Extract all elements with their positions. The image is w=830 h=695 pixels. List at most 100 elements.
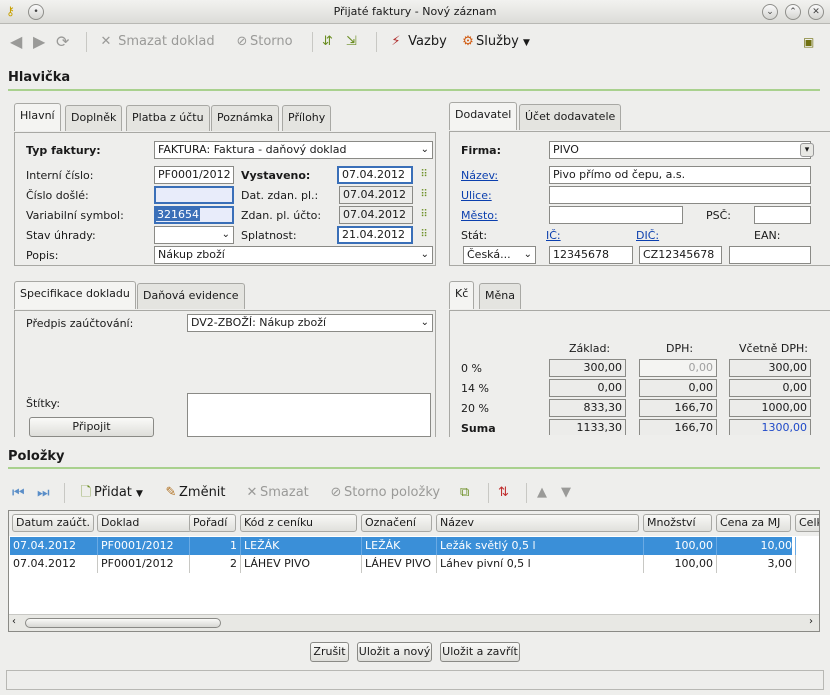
- name-field[interactable]: Pivo přímo od čepu, a.s.: [549, 166, 811, 184]
- tab-mena[interactable]: Měna: [479, 283, 521, 309]
- vat-total-14[interactable]: 0,00: [729, 379, 811, 397]
- minimize-button[interactable]: ⌄: [762, 4, 778, 20]
- country-select[interactable]: Česká... ⌄: [463, 246, 536, 264]
- tab-platba-z-uctu[interactable]: Platba z účtu: [126, 105, 210, 131]
- table-row[interactable]: 07.04.2012 PF0001/2012 1 LEŽÁK LEŽÁK Lež…: [10, 537, 796, 555]
- last-item-icon[interactable]: ⏭: [37, 483, 50, 503]
- ic-field[interactable]: 12345678: [549, 246, 633, 264]
- tags-field[interactable]: [187, 393, 431, 437]
- description-field[interactable]: Nákup zboží ⌄: [154, 246, 433, 264]
- move-down-icon[interactable]: ▼: [561, 483, 571, 503]
- calendar-icon[interactable]: ⠿: [418, 226, 430, 244]
- move-up-icon[interactable]: ▲: [537, 483, 547, 503]
- save-and-close-button[interactable]: Uložit a zavřít: [440, 642, 520, 662]
- chevron-down-icon: ⌄: [420, 144, 429, 155]
- calendar-icon[interactable]: ⠿: [418, 186, 430, 204]
- postal-code-field[interactable]: [754, 206, 811, 224]
- maximize-button[interactable]: ⌃: [785, 4, 801, 20]
- tab-dodavatel[interactable]: Dodavatel: [449, 102, 518, 130]
- vat-amount-sum: 166,70: [639, 419, 717, 435]
- vat-col-total: Včetně DPH:: [739, 342, 808, 355]
- scroll-left-icon[interactable]: ‹: [12, 616, 16, 627]
- column-header[interactable]: Doklad: [97, 514, 192, 532]
- ic-link[interactable]: IČ:: [546, 229, 561, 242]
- column-header[interactable]: Označení: [361, 514, 432, 532]
- dic-link[interactable]: DIČ:: [636, 229, 659, 242]
- posting-rule-select[interactable]: DV2-ZBOŽÍ: Nákup zboží ⌄: [187, 314, 433, 332]
- vat-amount-20[interactable]: 166,70: [639, 399, 717, 417]
- name-link[interactable]: Název:: [461, 169, 498, 182]
- cancel-button[interactable]: Zrušit: [310, 642, 349, 662]
- column-header[interactable]: Cena za MJ: [716, 514, 791, 532]
- city-field[interactable]: [549, 206, 683, 224]
- dic-field[interactable]: CZ12345678: [639, 246, 722, 264]
- storno-item-button[interactable]: ⊘ Storno položky: [328, 483, 441, 503]
- company-lookup-icon[interactable]: ▾: [800, 143, 814, 157]
- tab-specifikace-dokladu[interactable]: Specifikace dokladu: [14, 281, 136, 309]
- vat-base-20[interactable]: 833,30: [549, 399, 626, 417]
- column-header[interactable]: Celk: [795, 514, 819, 532]
- horizontal-scrollbar[interactable]: ‹ ›: [9, 614, 819, 631]
- city-link[interactable]: Město:: [461, 209, 498, 222]
- import-icon[interactable]: ⇵: [322, 32, 333, 52]
- scroll-right-icon[interactable]: ›: [809, 616, 813, 627]
- payment-status-select[interactable]: ⌄: [154, 226, 234, 244]
- column-header[interactable]: Množství: [643, 514, 712, 532]
- tab-hlavni[interactable]: Hlavní: [14, 103, 61, 131]
- due-date-field[interactable]: 21.04.2012: [337, 226, 413, 244]
- storno-icon: ⊘: [236, 34, 248, 49]
- vat-amount-14[interactable]: 0,00: [639, 379, 717, 397]
- add-item-button[interactable]: 🗋 Přidat ▼: [78, 483, 143, 503]
- storno-button[interactable]: ⊘ Storno: [234, 32, 293, 52]
- edit-item-button[interactable]: ✎ Změnit: [163, 483, 226, 503]
- scrollbar-thumb[interactable]: [25, 618, 221, 628]
- forward-arrow-icon[interactable]: ▶: [33, 32, 45, 52]
- first-item-icon[interactable]: ⏮: [12, 483, 25, 503]
- attach-button[interactable]: Připojit: [29, 417, 154, 437]
- vat-base-14[interactable]: 0,00: [549, 379, 626, 397]
- company-field[interactable]: PIVO: [549, 141, 811, 159]
- delete-document-button[interactable]: ✕ Smazat doklad: [98, 32, 215, 52]
- save-and-new-button[interactable]: Uložit a nový: [357, 642, 432, 662]
- help-icon[interactable]: ▣: [803, 32, 814, 52]
- sluzby-menu-button[interactable]: ⚙ Služby ▼: [460, 32, 530, 52]
- column-header[interactable]: Kód z ceníku: [240, 514, 357, 532]
- table-row[interactable]: 07.04.2012 PF0001/2012 2 LÁHEV PIVO LÁHE…: [10, 555, 796, 573]
- column-header[interactable]: Pořadí: [189, 514, 236, 532]
- internal-number-field[interactable]: PF0001/2012: [154, 166, 234, 184]
- tab-doplnek[interactable]: Doplněk: [65, 105, 123, 131]
- column-header[interactable]: Název: [436, 514, 639, 532]
- tab-poznamka[interactable]: Poznámka: [211, 105, 280, 131]
- issued-date-field[interactable]: 07.04.2012: [337, 166, 413, 184]
- sort-icon[interactable]: ⇅: [498, 483, 509, 503]
- export-icon[interactable]: ⇲: [346, 32, 357, 52]
- variable-symbol-field[interactable]: 321654: [154, 206, 234, 224]
- vat-total-20[interactable]: 1000,00: [729, 399, 811, 417]
- storno-icon: ⊘: [330, 485, 342, 500]
- vat-total-0[interactable]: 300,00: [729, 359, 811, 377]
- accounting-date-field[interactable]: 07.04.2012: [339, 206, 413, 224]
- street-field[interactable]: [549, 186, 811, 204]
- tax-date-field[interactable]: 07.04.2012: [339, 186, 413, 204]
- vazby-button[interactable]: ⚡ Vazby: [388, 32, 446, 52]
- delete-item-button[interactable]: ✕ Smazat: [244, 483, 309, 503]
- tab-ucet-dodavatele[interactable]: Účet dodavatele: [519, 104, 622, 130]
- back-arrow-icon[interactable]: ◀: [10, 32, 22, 52]
- tab-kc[interactable]: Kč: [449, 281, 475, 309]
- received-number-field[interactable]: [154, 186, 234, 204]
- gear-icon: ⚙: [462, 34, 474, 49]
- ean-field[interactable]: [729, 246, 811, 264]
- street-link[interactable]: Ulice:: [461, 189, 492, 202]
- vat-tabs: Kč Měna: [449, 281, 829, 311]
- column-header[interactable]: Datum zaúčt.: [12, 514, 94, 532]
- calendar-icon[interactable]: ⠿: [418, 166, 430, 184]
- refresh-icon[interactable]: ⟳: [56, 32, 69, 52]
- edit-pencil-icon: ✎: [165, 485, 177, 500]
- tab-danova-evidence[interactable]: Daňová evidence: [137, 283, 245, 309]
- vat-base-0[interactable]: 300,00: [549, 359, 626, 377]
- calendar-icon[interactable]: ⠿: [418, 206, 430, 224]
- invoice-type-select[interactable]: FAKTURA: Faktura - daňový doklad ⌄: [154, 141, 433, 159]
- copy-icon[interactable]: ⧉: [460, 483, 469, 503]
- close-button[interactable]: ✕: [808, 4, 824, 20]
- tab-prilohy[interactable]: Přílohy: [282, 105, 332, 131]
